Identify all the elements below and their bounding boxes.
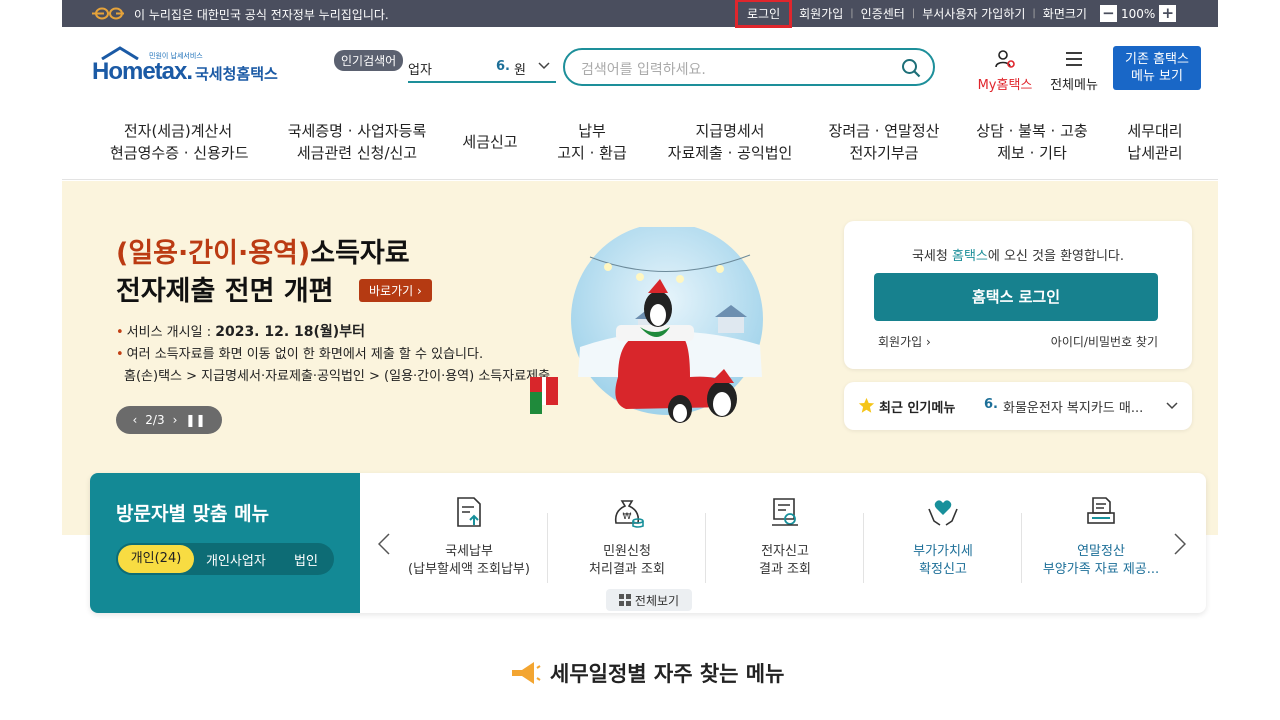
nav-item-invoice[interactable]: 전자(세금)계산서 현금영수증 · 신용카드 [110, 120, 249, 164]
search-input[interactable]: 검색어를 입력하세요. [581, 59, 706, 79]
popular-term: 원 [514, 63, 526, 78]
popular-term-prev: 업자 [408, 63, 432, 78]
my-hometax-button[interactable]: My홈택스 [974, 49, 1036, 93]
nav-item-payment[interactable]: 납부 고지 · 환급 [552, 120, 632, 164]
user-icon [995, 50, 1015, 68]
card-civil-petition[interactable]: ₩ 민원신청 처리결과 조회 [548, 495, 706, 579]
tab-corporation[interactable]: 법인 [294, 550, 318, 569]
visitor-menu-header: 방문자별 맞춤 메뉴 개인(24) 개인사업자 법인 [90, 473, 360, 613]
certificate-icon [772, 498, 798, 526]
prev-slide-button[interactable]: ‹ [132, 413, 137, 427]
popular-rank: 6. [496, 59, 510, 74]
chevron-down-icon[interactable] [1166, 402, 1178, 410]
tab-individual[interactable]: 개인(24) [118, 545, 194, 573]
legacy-menu-button[interactable]: 기존 홈택스 메뉴 보기 [1113, 46, 1201, 90]
logo-name: 국세청홈택스 [195, 65, 278, 83]
slide-counter: 2/3 [145, 413, 165, 427]
popular-search-ticker[interactable]: 업자 6. 원 [408, 56, 556, 83]
recent-popular-menu[interactable]: 최근 인기메뉴 6. 화물운전자 복지카드 매... [844, 382, 1192, 430]
document-upload-icon [457, 497, 481, 527]
nav-item-tax-return[interactable]: 세금신고 [458, 131, 522, 153]
nav-item-statement[interactable]: 지급명세서 자료제출 · 공익법인 [662, 120, 798, 164]
hamburger-icon [1066, 52, 1082, 66]
hometax-login-button[interactable]: 홈택스 로그인 [874, 273, 1158, 321]
visitor-type-tabs: 개인(24) 개인사업자 법인 [116, 543, 334, 575]
star-icon [858, 397, 875, 413]
cert-center-link[interactable]: 인증센터 [854, 5, 912, 22]
tab-sole-proprietor[interactable]: 개인사업자 [206, 550, 266, 569]
logo-word: Hometax. [92, 58, 193, 85]
signup-button[interactable]: 회원가입 › [878, 333, 931, 350]
signup-link[interactable]: 회원가입 [792, 5, 850, 22]
all-menu-label: 전체메뉴 [1050, 78, 1098, 93]
chevron-left-icon[interactable] [378, 533, 390, 555]
zoom-out-button[interactable]: − [1099, 5, 1117, 22]
legacy-menu-line1: 기존 홈택스 [1125, 52, 1189, 67]
recent-menu-value: 화물운전자 복지카드 매... [1003, 401, 1144, 416]
chevron-down-icon[interactable] [538, 62, 550, 70]
megaphone-icon [512, 662, 541, 684]
view-all-button[interactable]: 전체보기 [606, 589, 692, 611]
utility-links: 로그인 회원가입 | 인증센터 | 부서사용자 가입하기 | 화면크기 − 10… [734, 0, 1177, 28]
zoom-level: 100% [1120, 6, 1156, 21]
nav-item-agent[interactable]: 세무대리 납세관리 [1120, 120, 1190, 164]
next-slide-button[interactable]: › [173, 413, 178, 427]
main-nav: 전자(세금)계산서 현금영수증 · 신용카드 국세증명 · 사업자등록 세금관련 신… [62, 110, 1218, 180]
card-year-end-settlement[interactable]: 연말정산 부양가족 자료 제공... [1022, 495, 1180, 579]
page: 이 누리집은 대한민국 공식 전자정부 누리집입니다. 로그인 회원가입 | 인… [62, 0, 1218, 720]
search-box[interactable]: 검색어를 입력하세요. [563, 48, 935, 86]
nav-item-certificate[interactable]: 국세증명 · 사업자등록 세금관련 신청/신고 [284, 120, 430, 164]
popular-search-badge: 인기검색어 [334, 50, 404, 71]
zoom-in-button[interactable]: + [1159, 5, 1177, 22]
screen-size-label: 화면크기 [1042, 7, 1087, 21]
schedule-section-heading: 세무일정별 자주 찾는 메뉴 [508, 656, 784, 690]
legacy-menu-line2: 메뉴 보기 [1131, 69, 1183, 84]
gov-banner-text: 이 누리집은 대한민국 공식 전자정부 누리집입니다. [134, 8, 389, 22]
schedule-section-title: 세무일정별 자주 찾는 메뉴 [550, 662, 785, 686]
card-e-filing[interactable]: 전자신고 결과 조회 [706, 495, 864, 579]
svg-text:₩: ₩ [623, 512, 632, 522]
visitor-menu-title: 방문자별 맞춤 메뉴 [116, 503, 270, 525]
nav-item-incentive[interactable]: 장려금 · 연말정산 전자기부금 [826, 120, 942, 164]
welcome-text: 국세청 홈택스에 오신 것을 환영합니다. [911, 249, 1125, 264]
visitor-menu-cards: 국세납부 (납부할세액 조회납부) ₩ 민원신청 처리결과 조회 전자신고 결과… [360, 473, 1206, 613]
banner-pager: ‹ 2/3 › ❚❚ [116, 406, 222, 434]
all-menu-button[interactable]: 전체메뉴 [1046, 49, 1102, 93]
hero-info: • 서비스 개시일 : 2023. 12. 18(월)부터 • 여러 소득자료를 화… [116, 324, 551, 384]
money-bag-icon: ₩ [614, 500, 644, 528]
search-icon[interactable] [901, 58, 921, 78]
egov-logo-icon [92, 7, 124, 20]
printer-document-icon [1087, 497, 1115, 524]
christmas-illustration [530, 227, 763, 423]
chevron-right-icon[interactable] [1174, 533, 1186, 555]
dept-signup-link[interactable]: 부서사용자 가입하기 [915, 5, 1032, 22]
visitor-menu: 방문자별 맞춤 메뉴 개인(24) 개인사업자 법인 국세납부 (납부할세액 조회… [90, 473, 1206, 613]
recent-menu-rank: 6. [984, 397, 998, 412]
zoom-control: − 100% + [1099, 5, 1177, 22]
recent-menu-title: 최근 인기메뉴 [879, 401, 956, 416]
login-panel: 국세청 홈택스에 오신 것을 환영합니다. 홈택스 로그인 회원가입 › 아이디… [844, 221, 1192, 369]
heart-hands-icon [928, 500, 958, 526]
card-tax-payment[interactable]: 국세납부 (납부할세액 조회납부) [390, 495, 548, 579]
grid-icon [618, 594, 631, 606]
pause-button[interactable]: ❚❚ [185, 413, 205, 427]
nav-item-consult[interactable]: 상담 · 불복 · 고충 제보 · 기타 [972, 120, 1092, 164]
hometax-logo[interactable]: 민원이 납세서비스 Hometax. 국세청홈택스 [92, 46, 282, 92]
gov-banner: 이 누리집은 대한민국 공식 전자정부 누리집입니다. 로그인 회원가입 | 인… [62, 0, 1218, 28]
card-vat-return[interactable]: 부가가치세 확정신고 [864, 495, 1022, 579]
login-link[interactable]: 로그인 [734, 0, 793, 28]
hero-go-button[interactable]: 바로가기 › [359, 279, 432, 302]
find-id-password-link[interactable]: 아이디/비밀번호 찾기 [1051, 333, 1158, 350]
my-hometax-label: My홈택스 [977, 78, 1033, 93]
